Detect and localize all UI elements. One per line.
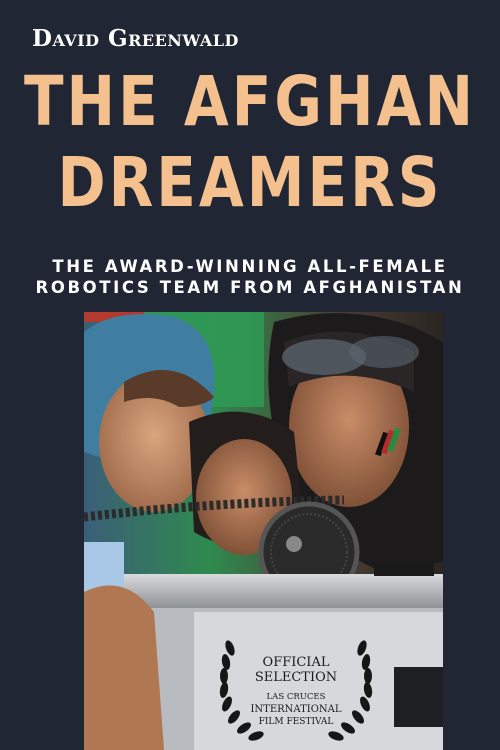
laurel-line-selection: SELECTION <box>254 670 338 685</box>
title-line-1: THE AFGHAN <box>23 61 476 142</box>
laurel-line-las-cruces: LAS CRUCES <box>266 692 326 702</box>
subtitle-line-1: THE AWARD-WINNING ALL-FEMALE <box>52 257 448 276</box>
laurel-line-film-festival: FILM FESTIVAL <box>258 717 334 727</box>
festival-laurel: OFFICIAL SELECTION LAS CRUCES INTERNATIO… <box>219 636 373 740</box>
title-line-2: DREAMERS <box>57 142 443 223</box>
author-name: David Greenwald <box>32 25 239 52</box>
laurel-line-official: OFFICIAL <box>262 655 330 670</box>
laurel-line-international: INTERNATIONAL <box>250 704 342 715</box>
subtitle-line-2: ROBOTICS TEAM FROM AFGHANISTAN <box>35 278 465 297</box>
